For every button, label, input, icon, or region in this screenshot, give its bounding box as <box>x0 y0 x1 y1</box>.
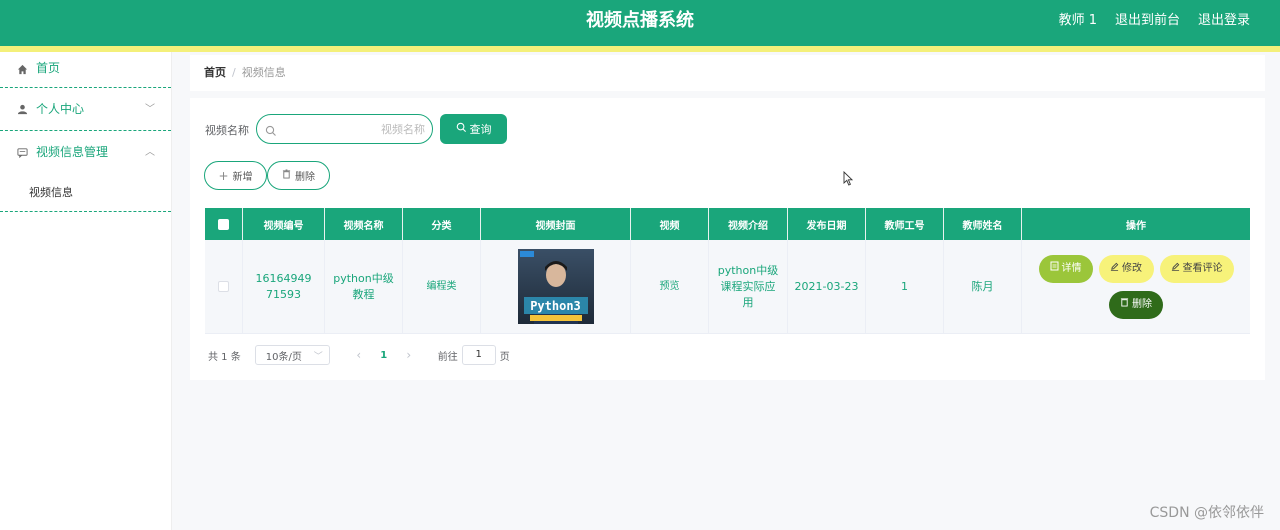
column-header: 分类 <box>403 208 481 240</box>
logout-link[interactable]: 退出登录 <box>1198 0 1250 42</box>
chevron-up-icon: ︿ <box>145 147 155 158</box>
row-delete-label: 删除 <box>1132 298 1152 310</box>
search-input-wrapper[interactable] <box>256 114 433 144</box>
header-nav: 教师 1 退出到前台 退出登录 <box>1059 0 1250 42</box>
top-header: 视频点播系统 教师 1 退出到前台 退出登录 <box>0 0 1280 46</box>
chevron-down-icon: ﹀ <box>145 104 155 115</box>
row-select-cell[interactable] <box>205 240 243 333</box>
detail-button[interactable]: 详情 <box>1038 254 1093 283</box>
header-accent-stripe <box>0 46 1280 52</box>
watermark: CSDN @依邻依伴 <box>1149 505 1264 521</box>
edit-label: 修改 <box>1122 262 1142 274</box>
plus-icon: + <box>218 168 229 183</box>
cell-video-name: python中级教程 <box>325 240 403 333</box>
cell-teacher-no: 1 <box>866 240 944 333</box>
breadcrumb-separator: / <box>232 66 236 79</box>
video-cover-image[interactable]: Python3 <box>517 249 594 324</box>
sidebar-item-personal-center[interactable]: 个人中心 ﹀ <box>0 88 171 131</box>
add-button[interactable]: + 新增 <box>204 161 267 190</box>
column-header: 操作 <box>1126 220 1146 232</box>
cell-actions: 详情 修改 查看评论 删除 <box>1022 240 1250 333</box>
row-delete-button[interactable]: 删除 <box>1109 290 1163 319</box>
pencil-icon <box>1171 261 1180 277</box>
home-icon <box>17 52 29 87</box>
table-row: 1616494971593 python中级教程 编程类 Python3 预览 … <box>205 240 1250 334</box>
search-input[interactable] <box>285 119 425 139</box>
column-header: 视频介绍 <box>709 208 788 240</box>
column-header: 教师姓名 <box>944 208 1022 240</box>
view-comments-button[interactable]: 查看评论 <box>1159 254 1234 283</box>
video-table: 视频编号 视频名称 分类 视频封面 视频 视频介绍 发布日期 教师工号 教师姓名… <box>205 208 1250 334</box>
message-icon <box>17 131 29 174</box>
video-id-text: 1616494971593 <box>255 271 312 301</box>
search-icon <box>265 122 277 136</box>
cell-intro: python中级课程实际应用 <box>709 240 788 333</box>
detail-label: 详情 <box>1061 262 1082 274</box>
goto-page-input[interactable]: 1 <box>461 345 496 365</box>
next-page-button[interactable]: › <box>398 348 420 362</box>
delete-button-label: 删除 <box>295 172 315 183</box>
add-button-label: 新增 <box>232 172 253 183</box>
preview-link[interactable]: 预览 <box>660 279 680 295</box>
page-size-value: 10条/页 <box>265 351 302 363</box>
sidebar-item-label: 个人中心 <box>36 102 85 116</box>
column-header: 教师工号 <box>866 208 944 240</box>
column-header: 视频 <box>631 208 709 240</box>
edit-button[interactable]: 修改 <box>1098 254 1154 283</box>
pencil-icon <box>1110 261 1119 277</box>
page-size-select[interactable]: 10条/页 ﹀ <box>254 345 330 365</box>
current-page-number[interactable]: 1 <box>370 350 398 361</box>
column-header: 发布日期 <box>788 208 866 240</box>
breadcrumb: 首页 / 视频信息 <box>190 55 1265 91</box>
cell-category: 编程类 <box>403 240 481 333</box>
table-header: 视频编号 视频名称 分类 视频封面 视频 视频介绍 发布日期 教师工号 教师姓名… <box>205 208 1250 240</box>
pagination: 共 1 条 10条/页 ﹀ ‹ 1 › 前往 1 页 <box>208 345 510 365</box>
batch-delete-button[interactable]: 删除 <box>267 161 330 190</box>
video-name-text: python中级教程 <box>333 271 394 301</box>
goto-label: 前往 <box>437 351 458 363</box>
sidebar-item-label: 首页 <box>36 61 61 75</box>
prev-page-button[interactable]: ‹ <box>348 348 370 362</box>
cell-teacher-name: 陈月 <box>944 240 1022 333</box>
cover-title-text: Python3 <box>530 299 581 313</box>
cell-cover: Python3 <box>481 240 631 333</box>
sidebar: 首页 个人中心 ﹀ 视频信息管理 ︿ 视频信息 <box>0 52 172 530</box>
select-all-checkbox[interactable] <box>218 218 229 230</box>
query-button-label: 查询 <box>469 123 492 136</box>
sidebar-subitem-video-info[interactable]: 视频信息 <box>0 174 171 212</box>
sidebar-item-home[interactable]: 首页 <box>0 52 171 88</box>
current-user[interactable]: 教师 1 <box>1059 0 1097 42</box>
back-to-front-link[interactable]: 退出到前台 <box>1115 0 1180 42</box>
column-header: 视频编号 <box>243 208 325 240</box>
sidebar-item-video-management[interactable]: 视频信息管理 ︿ <box>0 131 171 174</box>
document-icon <box>1050 261 1059 277</box>
cell-date: 2021-03-23 <box>788 240 866 333</box>
main-panel: 视频名称 查询 + 新增 删除 视频编号 视频名称 分类 视频封面 视频 视频介… <box>190 98 1265 380</box>
trash-icon <box>282 169 291 182</box>
search-label: 视频名称 <box>205 124 249 137</box>
user-icon <box>17 88 29 130</box>
cell-video: 预览 <box>631 240 709 333</box>
page-suffix: 页 <box>499 351 510 363</box>
search-icon <box>456 122 467 136</box>
query-button[interactable]: 查询 <box>440 114 507 144</box>
column-header: 视频封面 <box>481 208 631 240</box>
select-all-cell[interactable] <box>205 208 243 240</box>
column-header: 视频名称 <box>325 208 403 240</box>
cell-video-id: 1616494971593 <box>243 240 325 333</box>
breadcrumb-current: 视频信息 <box>241 66 286 79</box>
mouse-cursor-icon <box>843 171 853 186</box>
trash-icon <box>1120 297 1129 313</box>
breadcrumb-home[interactable]: 首页 <box>204 66 226 79</box>
sidebar-item-label: 视频信息管理 <box>36 145 109 159</box>
chevron-down-icon: ﹀ <box>313 351 323 362</box>
total-count: 共 1 条 <box>208 351 241 363</box>
intro-text: python中级课程实际应用 <box>717 263 779 309</box>
row-checkbox[interactable] <box>218 281 229 292</box>
view-comments-label: 查看评论 <box>1182 262 1223 274</box>
